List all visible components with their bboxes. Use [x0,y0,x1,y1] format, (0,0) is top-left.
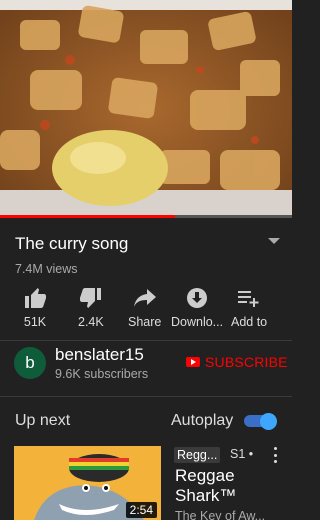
share-icon [133,286,157,310]
expand-description-icon[interactable] [268,238,280,244]
curry-video-frame [0,0,292,218]
add-to-label: Add to [231,315,268,329]
season-label: S1 • [230,447,254,461]
like-count: 51K [23,315,47,329]
view-count: 7.4M views [15,262,78,276]
dislike-button[interactable]: 2.4K [78,286,104,329]
toggle-knob [260,413,277,430]
channel-avatar[interactable]: b [14,347,46,379]
recommended-video-title[interactable]: Reggae Shark™ [175,466,285,506]
divider [0,396,292,397]
channel-row: b benslater15 9.6K subscribers SUBSCRIBE [0,341,292,396]
thumbs-down-icon [79,286,103,310]
recommended-video-thumbnail[interactable]: 2:54 [14,446,161,520]
youtube-logo-icon [186,357,200,367]
share-label: Share [128,315,162,329]
autoplay-toggle[interactable] [244,413,277,430]
add-to-playlist-icon [237,286,261,310]
autoplay-label: Autoplay [171,412,234,429]
subscribe-label: SUBSCRIBE [205,354,288,370]
action-bar: 51K 2.4K Share Downlo... Add to [0,286,292,332]
channel-name[interactable]: benslater15 [55,345,144,365]
add-to-button[interactable]: Add to [231,286,267,329]
up-next-heading: Up next [15,412,71,429]
recommended-video-channel: The Key of Aw... [175,509,266,520]
download-icon [185,286,209,310]
dislike-count: 2.4K [78,315,104,329]
download-button[interactable]: Downlo... [171,286,223,329]
share-button[interactable]: Share [128,286,161,329]
like-button[interactable]: 51K [23,286,47,329]
subscribe-button[interactable]: SUBSCRIBE [186,354,288,370]
category-badge: Regg... [174,447,221,463]
video-duration: 2:54 [125,502,157,518]
thumbs-up-icon [23,286,47,310]
download-label: Downlo... [171,315,224,329]
video-info-panel: The curry song 7.4M views 51K 2.4K Share [0,218,292,340]
video-player[interactable] [0,0,292,218]
subscriber-count: 9.6K subscribers [55,367,149,381]
video-title[interactable]: The curry song [15,234,128,254]
more-options-icon[interactable] [272,447,278,463]
